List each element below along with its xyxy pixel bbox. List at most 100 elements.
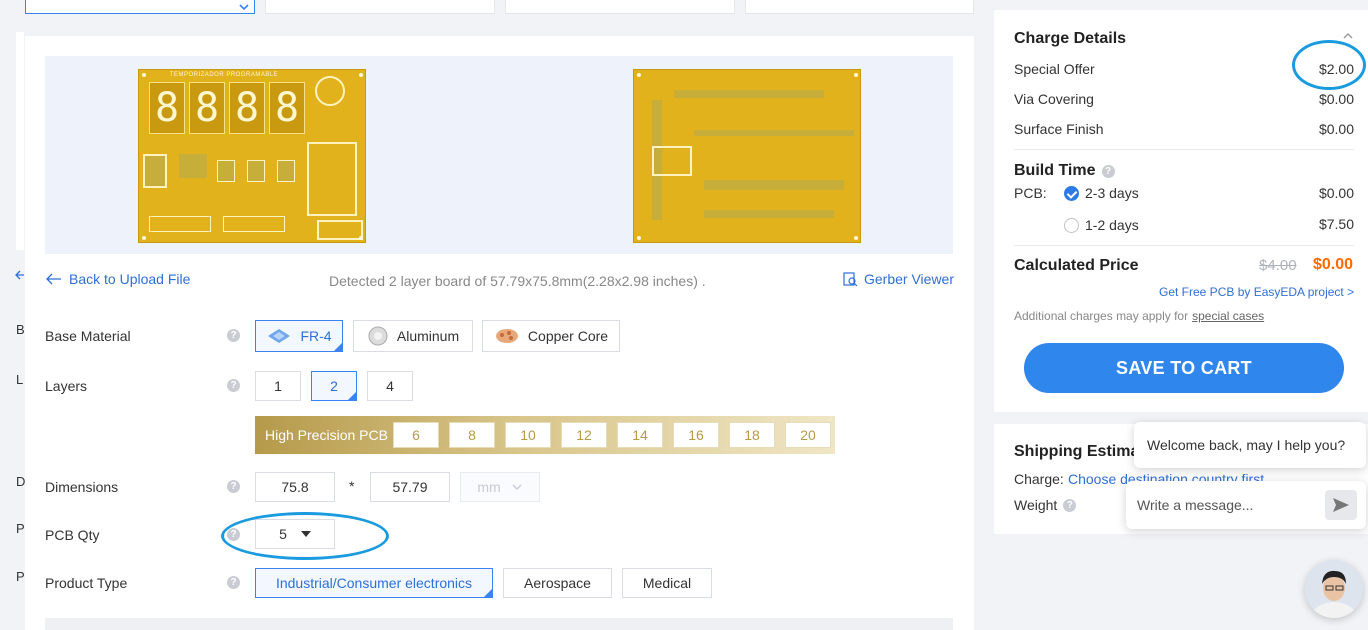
support-agent-avatar[interactable] bbox=[1305, 560, 1363, 618]
special-cases-link[interactable]: special cases bbox=[1192, 309, 1264, 323]
build-radio-2-3-days[interactable] bbox=[1064, 186, 1079, 201]
seven-seg-digit-2: 8 bbox=[189, 82, 225, 134]
build-time-title: Build Time bbox=[1014, 162, 1096, 179]
chevron-up-icon[interactable] bbox=[1342, 32, 1354, 40]
material-fr4-label: FR-4 bbox=[300, 328, 332, 344]
gerber-viewer-link[interactable]: Gerber Viewer bbox=[842, 271, 954, 287]
hp-layers-option[interactable]: 10 bbox=[505, 422, 551, 448]
send-icon bbox=[1333, 498, 1349, 512]
product-type-industrial[interactable]: Industrial/Consumer electronics bbox=[255, 568, 493, 598]
save-to-cart-button[interactable]: SAVE TO CART bbox=[1024, 343, 1344, 393]
fr4-diamond-icon bbox=[268, 329, 291, 343]
back-to-upload-link[interactable]: Back to Upload File bbox=[45, 271, 190, 287]
top-select-box[interactable] bbox=[25, 0, 255, 14]
pcb-outline bbox=[652, 146, 692, 176]
dimension-width-input[interactable]: 75.8 bbox=[255, 472, 335, 502]
left-gutter-strip bbox=[16, 32, 24, 250]
pcb-pad bbox=[142, 73, 146, 77]
pcb-pad bbox=[854, 73, 858, 77]
dimension-separator: * bbox=[349, 478, 355, 494]
hp-layers-option[interactable]: 8 bbox=[449, 422, 495, 448]
hp-layers-option[interactable]: 14 bbox=[617, 422, 663, 448]
help-icon[interactable]: ? bbox=[227, 379, 240, 392]
gerber-viewer-label: Gerber Viewer bbox=[864, 271, 955, 287]
pcb-switch-1 bbox=[217, 160, 235, 182]
weight-row: Weight ? bbox=[1014, 497, 1077, 513]
build-option-value: $0.00 bbox=[1318, 185, 1354, 201]
pcb-top-layer-image: TEMPORIZADOR PROGRAMABLE 8 8 8 8 bbox=[138, 69, 366, 243]
chat-greeting-bubble[interactable]: Welcome back, may I help you? bbox=[1134, 422, 1366, 468]
top-box-3[interactable] bbox=[505, 0, 735, 14]
build-option-label: 1-2 days bbox=[1085, 217, 1139, 233]
gutter-letter-4: P bbox=[16, 521, 25, 536]
build-time-header: Build Time ? bbox=[1014, 162, 1115, 180]
pcb-terminal bbox=[317, 220, 363, 240]
gutter-letter-2: L bbox=[16, 372, 24, 387]
aluminum-disc-icon bbox=[368, 326, 388, 346]
gutter-letter-1: B bbox=[16, 322, 25, 337]
dimension-height-input[interactable]: 57.79 bbox=[370, 472, 450, 502]
chat-input-box[interactable]: Write a message... bbox=[1126, 481, 1366, 529]
pcb-board-title: TEMPORIZADOR PROGRAMABLE bbox=[169, 72, 279, 78]
pcb-pad bbox=[637, 73, 641, 77]
top-box-4[interactable] bbox=[745, 0, 974, 14]
help-icon[interactable]: ? bbox=[227, 576, 240, 589]
shipping-charge-label: Charge: bbox=[1014, 471, 1064, 487]
layers-option-1[interactable]: 1 bbox=[255, 371, 301, 401]
layers-option-2[interactable]: 2 bbox=[311, 371, 357, 401]
hp-layers-option[interactable]: 20 bbox=[785, 422, 831, 448]
pcb-trace bbox=[704, 180, 844, 190]
layers-option-4[interactable]: 4 bbox=[367, 371, 413, 401]
agent-portrait-icon bbox=[1305, 560, 1363, 618]
charge-row-value: $0.00 bbox=[1318, 121, 1354, 137]
annotation-circle-qty bbox=[221, 512, 389, 560]
help-icon[interactable]: ? bbox=[1063, 498, 1077, 512]
chevron-down-icon bbox=[239, 4, 249, 11]
hp-layers-option[interactable]: 16 bbox=[673, 422, 719, 448]
hp-layers-option[interactable]: 12 bbox=[561, 422, 607, 448]
free-pcb-promo-link[interactable]: Get Free PCB by EasyEDA project > bbox=[1159, 285, 1354, 299]
pcb-trace bbox=[674, 90, 824, 98]
pcb-qty-label: PCB Qty bbox=[45, 527, 100, 543]
charge-row-value: $0.00 bbox=[1318, 91, 1354, 107]
build-pcb-label: PCB: bbox=[1014, 185, 1047, 201]
pcb-pad bbox=[637, 236, 641, 240]
product-type-medical[interactable]: Medical bbox=[622, 568, 712, 598]
material-copper-option[interactable]: Copper Core bbox=[482, 320, 620, 352]
seven-seg-digit-3: 8 bbox=[229, 82, 265, 134]
chat-send-button[interactable] bbox=[1325, 490, 1357, 520]
help-icon[interactable]: ? bbox=[1101, 164, 1115, 178]
detected-board-text: Detected 2 layer board of 57.79x75.8mm(2… bbox=[329, 273, 706, 289]
help-icon[interactable]: ? bbox=[227, 480, 240, 493]
product-type-aerospace[interactable]: Aerospace bbox=[503, 568, 612, 598]
pcb-switch-2 bbox=[247, 160, 265, 182]
material-fr4-option[interactable]: FR-4 bbox=[255, 320, 343, 352]
top-box-2[interactable] bbox=[265, 0, 495, 14]
layers-label: Layers bbox=[45, 378, 88, 394]
base-material-label: Base Material bbox=[45, 328, 131, 344]
old-price: $4.00 bbox=[1259, 257, 1297, 274]
copper-core-icon bbox=[495, 329, 518, 343]
charge-row-label: Surface Finish bbox=[1014, 121, 1104, 137]
dimensions-label: Dimensions bbox=[45, 479, 119, 495]
build-option-value: $7.50 bbox=[1318, 216, 1354, 232]
pcb-relay-outline bbox=[307, 142, 357, 216]
dimension-unit-value: mm bbox=[477, 479, 501, 495]
high-precision-pcb-bar: High Precision PCB 6 8 10 12 14 16 18 20 bbox=[255, 416, 835, 454]
pcb-ic-1 bbox=[149, 216, 211, 232]
additional-charges-text: Additional charges may apply for bbox=[1014, 309, 1189, 323]
seven-seg-digit-1: 8 bbox=[149, 82, 185, 134]
material-aluminum-option[interactable]: Aluminum bbox=[353, 320, 473, 352]
help-icon[interactable]: ? bbox=[227, 329, 240, 342]
pcb-trace bbox=[704, 210, 834, 218]
dimension-unit-select[interactable]: mm bbox=[460, 472, 540, 502]
hp-layers-option[interactable]: 6 bbox=[393, 422, 439, 448]
hp-layers-option[interactable]: 18 bbox=[729, 422, 775, 448]
pcb-preview: TEMPORIZADOR PROGRAMABLE 8 8 8 8 bbox=[45, 56, 953, 254]
product-type-label: Product Type bbox=[45, 575, 128, 591]
charge-row-label: Via Covering bbox=[1014, 91, 1094, 107]
build-radio-1-2-days[interactable] bbox=[1064, 218, 1079, 233]
chat-greeting-text: Welcome back, may I help you? bbox=[1147, 437, 1346, 453]
material-aluminum-label: Aluminum bbox=[396, 328, 460, 344]
buzzer-outline bbox=[315, 76, 345, 106]
